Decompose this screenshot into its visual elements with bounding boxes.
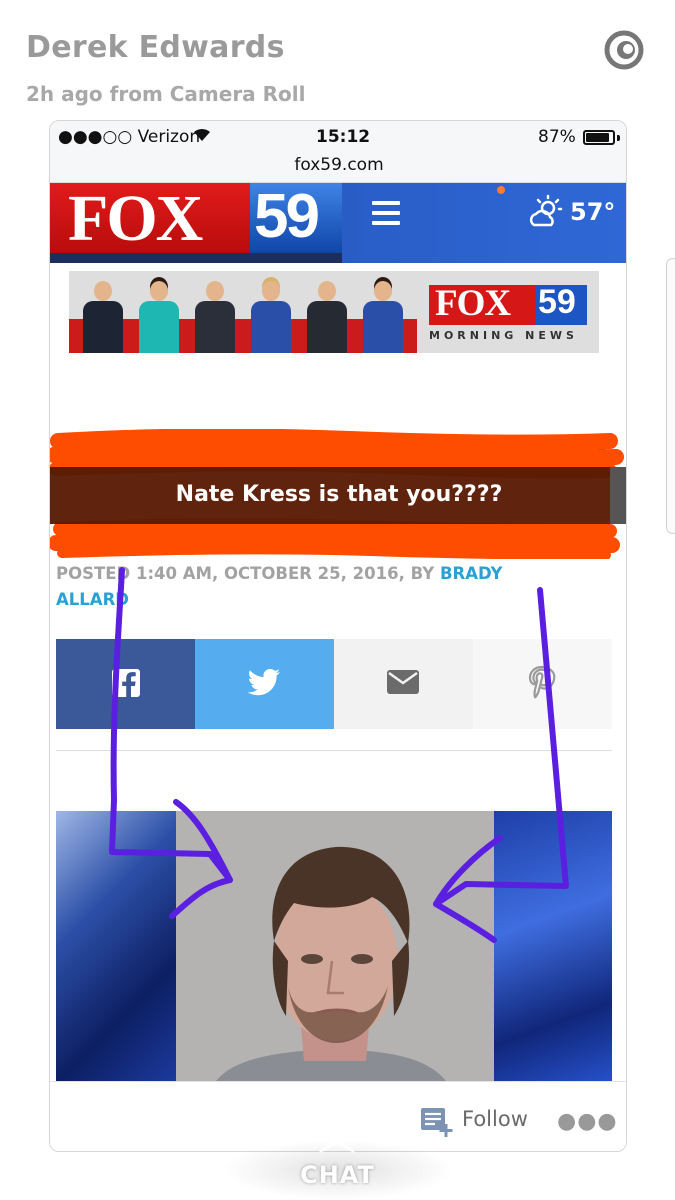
chat-button[interactable]: CHAT bbox=[0, 1161, 675, 1189]
side-handle[interactable] bbox=[666, 258, 675, 534]
fox-logo-text: FOX bbox=[68, 183, 203, 255]
email-share-button[interactable] bbox=[334, 639, 473, 729]
banner-anchor-body bbox=[139, 301, 179, 353]
status-bar: ●●●○○ Verizon 15:12 87% bbox=[50, 121, 626, 153]
carrier-label: ●●●○○ Verizon bbox=[58, 127, 201, 147]
pinterest-icon bbox=[528, 665, 556, 699]
more-icon[interactable]: ●●● bbox=[557, 1109, 618, 1134]
banner-anchor-head bbox=[318, 281, 336, 301]
snap-ring-icon[interactable] bbox=[604, 30, 644, 70]
byline: POSTED 1:40 AM, OCTOBER 25, 2016, BY BRA… bbox=[56, 561, 556, 613]
url-bar[interactable]: fox59.com bbox=[50, 153, 626, 183]
twitter-share-button[interactable] bbox=[195, 639, 334, 729]
banner-tagline: MORNING NEWS bbox=[429, 329, 578, 342]
banner-anchor-body bbox=[363, 301, 403, 353]
follow-list-icon[interactable] bbox=[420, 1106, 454, 1138]
mail-icon bbox=[387, 670, 419, 694]
facebook-icon bbox=[112, 669, 140, 697]
sender-name: Derek Edwards bbox=[26, 30, 285, 65]
banner-fox-text: FOX bbox=[435, 283, 511, 324]
temperature: 57° bbox=[570, 198, 616, 226]
wifi-icon bbox=[194, 128, 210, 141]
fox-logo[interactable]: FOX bbox=[50, 183, 250, 255]
fox-59-logo[interactable]: 59 bbox=[250, 183, 342, 253]
twitter-icon bbox=[247, 669, 280, 696]
banner-59-text: 59 bbox=[538, 283, 576, 321]
banner-59-logo: 59 bbox=[535, 283, 587, 325]
facebook-share-button[interactable] bbox=[56, 639, 195, 729]
banner-anchor-body bbox=[251, 301, 291, 353]
banner-anchor-head bbox=[150, 281, 168, 301]
caption-edge bbox=[610, 467, 626, 524]
photo-graphic-left bbox=[56, 811, 176, 1081]
banner-anchor-head bbox=[206, 281, 224, 301]
pinterest-share-button[interactable] bbox=[473, 639, 612, 729]
banner-anchor-head bbox=[262, 281, 280, 301]
section-divider bbox=[56, 750, 612, 751]
fox-59-text: 59 bbox=[254, 183, 320, 251]
snap-caption-bar: Nate Kress is that you???? bbox=[50, 467, 626, 524]
banner-anchor-body bbox=[307, 301, 347, 353]
share-bar bbox=[56, 639, 612, 729]
follow-button[interactable]: Follow bbox=[462, 1107, 528, 1131]
mugshot-image[interactable] bbox=[56, 811, 612, 1081]
menu-icon[interactable] bbox=[372, 201, 400, 225]
clock: 15:12 bbox=[316, 127, 371, 147]
posted-date: POSTED 1:40 AM, OCTOBER 25, 2016, BY bbox=[56, 564, 435, 583]
mugshot-person bbox=[216, 846, 446, 1081]
chevron-up-icon[interactable] bbox=[318, 1139, 356, 1153]
banner-fox-logo: FOX bbox=[429, 283, 535, 325]
morning-news-banner[interactable]: FOX 59 MORNING NEWS bbox=[69, 271, 599, 353]
photo-graphic-right bbox=[494, 811, 612, 1081]
battery-tip bbox=[617, 135, 620, 141]
banner-anchor-body bbox=[195, 301, 235, 353]
banner-anchor-head bbox=[374, 281, 392, 301]
logo-strip bbox=[50, 253, 342, 263]
banner-anchor-head bbox=[94, 281, 112, 301]
snap-meta: 2h ago from Camera Roll bbox=[26, 82, 306, 106]
snap-caption: Nate Kress is that you???? bbox=[175, 482, 503, 507]
banner-anchor-body bbox=[83, 301, 123, 353]
battery-percent: 87% bbox=[538, 127, 576, 147]
notification-dot bbox=[497, 186, 505, 194]
site-header: FOX 59 57° bbox=[50, 183, 626, 263]
url-text: fox59.com bbox=[294, 155, 384, 175]
screenshot-frame: ●●●○○ Verizon 15:12 87% fox59.com FOX 59… bbox=[49, 120, 627, 1152]
weather-icon[interactable] bbox=[526, 193, 566, 233]
battery-icon bbox=[583, 130, 615, 145]
